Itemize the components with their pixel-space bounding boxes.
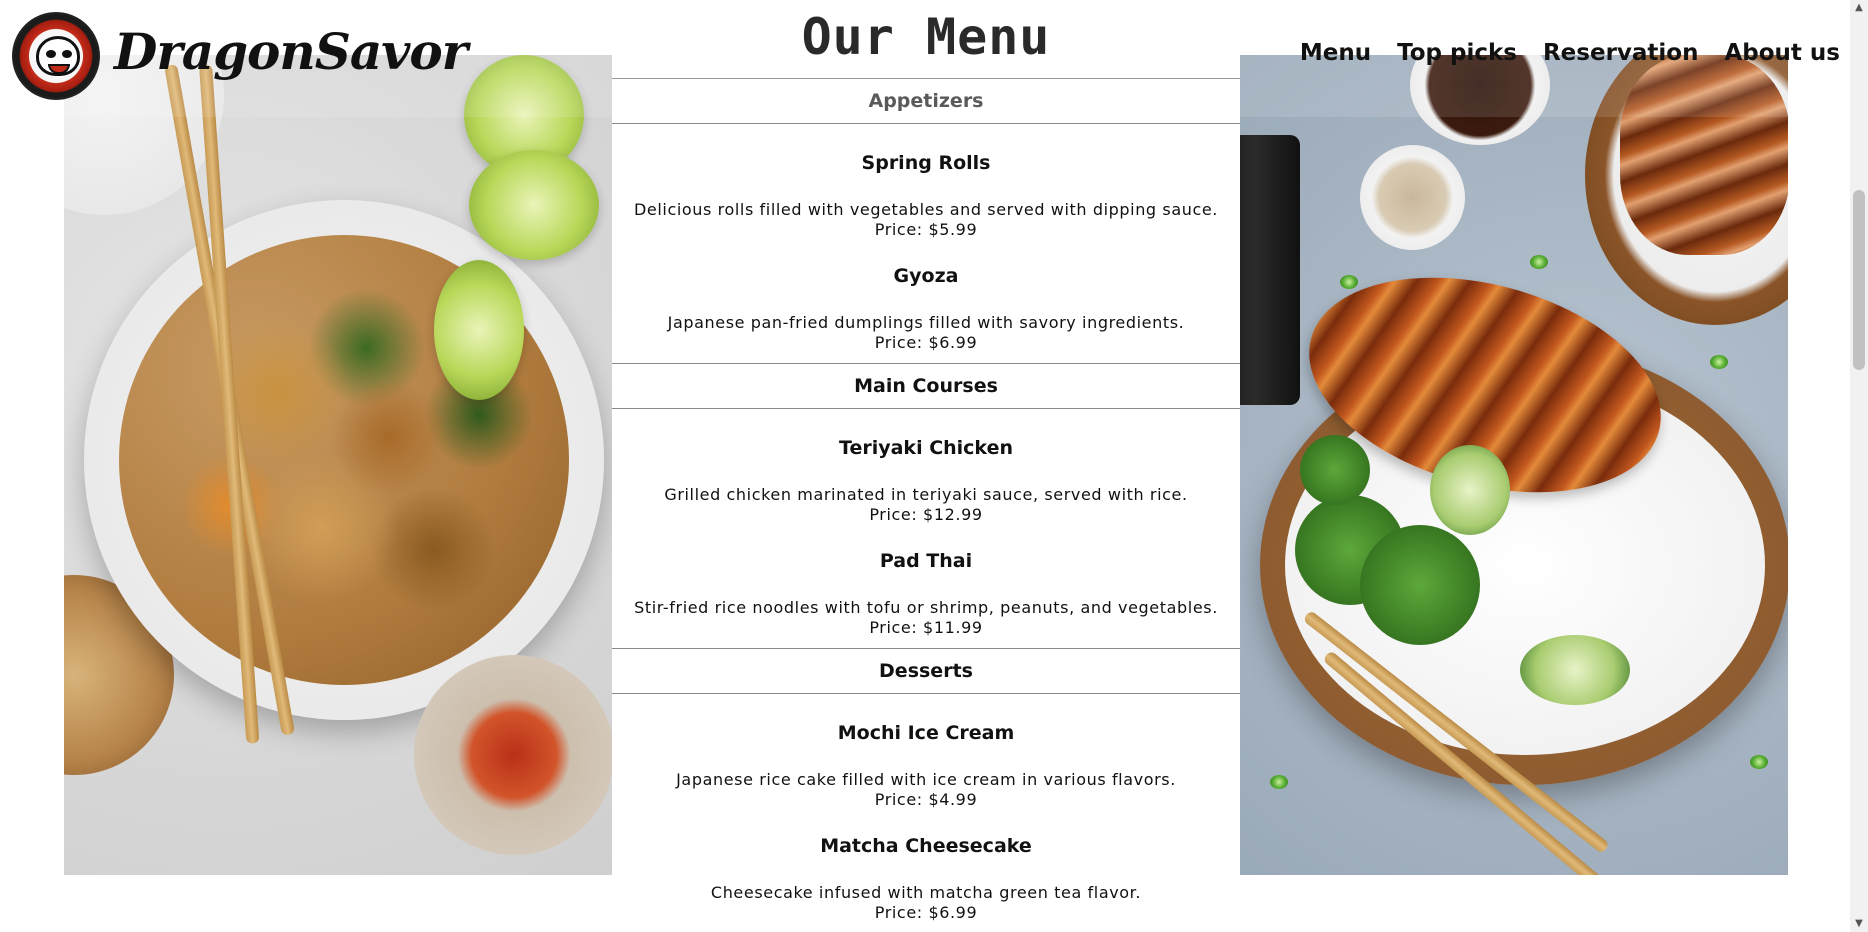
scallion bbox=[1750, 755, 1768, 769]
menu-title: Our Menu bbox=[801, 8, 1051, 66]
menu-item-name: Spring Rolls bbox=[861, 152, 991, 174]
teriyaki-chicken-bowl-photo bbox=[1240, 55, 1788, 875]
menu-item-name: Mochi Ice Cream bbox=[837, 722, 1015, 744]
section-header-appetizers: Appetizers bbox=[612, 78, 1240, 124]
menu-item-description: Delicious rolls filled with vegetables a… bbox=[633, 200, 1218, 219]
nav-link-menu[interactable]: Menu bbox=[1300, 40, 1371, 66]
menu-item-description: Stir-fried rice noodles with tofu or shr… bbox=[634, 598, 1218, 617]
broccoli bbox=[1360, 525, 1480, 645]
sesame-bowl bbox=[1360, 145, 1465, 250]
menu-item-price: Price: $6.99 bbox=[874, 903, 978, 922]
main-nav: Menu Top picks Reservation About us bbox=[1300, 40, 1840, 66]
logo-eye bbox=[46, 50, 56, 58]
menu-item-name: Matcha Cheesecake bbox=[820, 835, 1032, 857]
scallion bbox=[1530, 255, 1548, 269]
menu-item-price: Price: $11.99 bbox=[869, 618, 983, 637]
scallion bbox=[1270, 775, 1288, 789]
kettle bbox=[1240, 135, 1300, 405]
cucumber-slice bbox=[1430, 445, 1510, 535]
scallion bbox=[1710, 355, 1728, 369]
page: Our Menu Appetizers Spring Rolls Delicio… bbox=[0, 0, 1868, 932]
menu-item-description: Cheesecake infused with matcha green tea… bbox=[710, 883, 1142, 902]
menu-item-price: Price: $6.99 bbox=[874, 333, 978, 352]
nav-link-about-us[interactable]: About us bbox=[1724, 40, 1840, 66]
section-header-main-courses: Main Courses bbox=[612, 363, 1240, 409]
scroll-up-arrow-icon[interactable]: ▲ bbox=[1850, 0, 1868, 16]
scallion bbox=[1340, 275, 1358, 289]
lime-wedge bbox=[469, 150, 599, 260]
menu-item-name: Teriyaki Chicken bbox=[839, 437, 1013, 459]
sauce-bowl bbox=[1410, 55, 1550, 145]
brand-name[interactable]: DragonSavor bbox=[114, 22, 468, 81]
section-header-desserts: Desserts bbox=[612, 648, 1240, 694]
menu-item-description: Japanese pan-fried dumplings filled with… bbox=[667, 313, 1185, 332]
menu-item-description: Grilled chicken marinated in teriyaki sa… bbox=[664, 485, 1188, 504]
menu-item-name: Pad Thai bbox=[879, 550, 973, 572]
nav-link-reservation[interactable]: Reservation bbox=[1543, 40, 1699, 66]
nav-link-top-picks[interactable]: Top picks bbox=[1397, 40, 1517, 66]
glazed-chicken-slices bbox=[1620, 55, 1788, 255]
logo-eye bbox=[62, 50, 72, 58]
menu-item-name: Gyoza bbox=[893, 265, 959, 287]
menu-panel: Our Menu Appetizers Spring Rolls Delicio… bbox=[612, 0, 1240, 932]
cucumber-slice bbox=[1520, 635, 1630, 705]
menu-item-price: Price: $4.99 bbox=[874, 790, 978, 809]
menu-item-price: Price: $12.99 bbox=[869, 505, 983, 524]
menu-item-price: Price: $5.99 bbox=[874, 220, 978, 239]
chili-flakes-bowl bbox=[414, 655, 612, 855]
lime-wedge bbox=[434, 260, 524, 400]
vertical-scrollbar[interactable]: ▲ ▼ bbox=[1850, 0, 1868, 932]
broccoli bbox=[1300, 435, 1370, 505]
pad-thai-bowl-photo bbox=[64, 55, 612, 875]
dragon-chef-logo-icon[interactable] bbox=[12, 12, 100, 100]
scrollbar-thumb[interactable] bbox=[1853, 190, 1865, 370]
scroll-down-arrow-icon[interactable]: ▼ bbox=[1850, 916, 1868, 932]
menu-item-description: Japanese rice cake filled with ice cream… bbox=[676, 770, 1176, 789]
